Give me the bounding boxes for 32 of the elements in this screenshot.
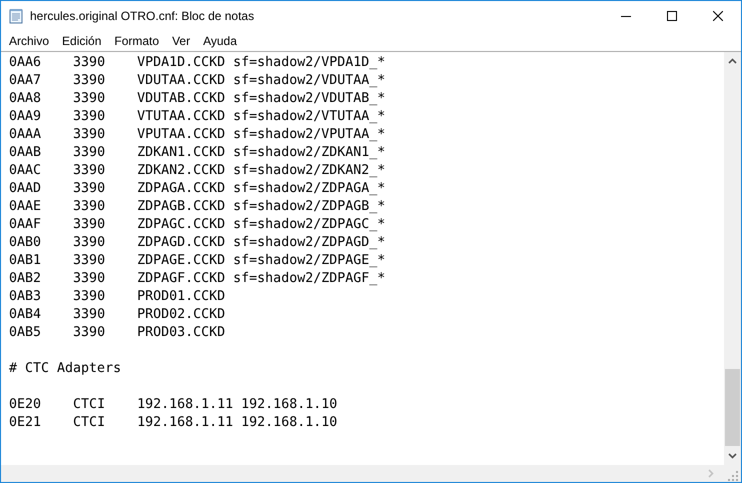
scroll-down-icon[interactable] [728, 453, 737, 459]
text-line: 0AAB 3390 ZDKAN1.CCKD sf=shadow2/ZDKAN1_* [9, 144, 386, 162]
text-line: 0AAD 3390 ZDPAGA.CCKD sf=shadow2/ZDPAGA_* [9, 180, 386, 198]
close-icon [713, 11, 723, 21]
menu-item[interactable]: Archivo [2, 34, 56, 48]
text-line: 0AAE 3390 ZDPAGB.CCKD sf=shadow2/ZDPAGB_* [9, 198, 386, 216]
text-line: 0AA7 3390 VDUTAA.CCKD sf=shadow2/VDUTAA_* [9, 72, 386, 90]
text-line: 0E20 CTCI 192.168.1.11 192.168.1.10 [9, 396, 338, 414]
text-line: 0AA8 3390 VDUTAB.CCKD sf=shadow2/VDUTAB_* [9, 90, 386, 108]
menu-item[interactable]: Formato [107, 34, 166, 48]
text-line: # CTC Adapters [9, 360, 122, 378]
text-line: 0AAF 3390 ZDPAGC.CCKD sf=shadow2/ZDPAGC_* [9, 216, 386, 234]
text-line: 0AB1 3390 ZDPAGE.CCKD sf=shadow2/ZDPAGE_* [9, 252, 386, 270]
text-line: 0AB0 3390 ZDPAGD.CCKD sf=shadow2/ZDPAGD_* [9, 234, 386, 252]
text-line: 0AA9 3390 VTUTAA.CCKD sf=shadow2/VTUTAA_* [9, 108, 386, 126]
size-grip-icon[interactable] [728, 470, 738, 480]
text-line: 0AB3 3390 PROD01.CCKD [9, 288, 226, 306]
menu-item[interactable]: Ayuda [196, 34, 243, 48]
text-line: 0E21 CTCI 192.168.1.11 192.168.1.10 [9, 414, 338, 432]
text-line: 0AAC 3390 ZDKAN2.CCKD sf=shadow2/ZDKAN2_* [9, 162, 386, 180]
scrollbar-thumb[interactable] [725, 369, 740, 446]
text-line: 0AB2 3390 ZDPAGF.CCKD sf=shadow2/ZDPAGF_* [9, 270, 386, 288]
text-line: 0AB4 3390 PROD02.CCKD [9, 306, 226, 324]
text-line: 0AB5 3390 PROD03.CCKD [9, 324, 226, 342]
text-line: 0AA6 3390 VPDA1D.CCKD sf=shadow2/VPDA1D_* [9, 54, 386, 72]
notepad-icon [8, 8, 24, 24]
window-title: hercules.original OTRO.cnf: Bloc de notas [30, 9, 254, 23]
menu-item[interactable]: Edición [55, 34, 108, 48]
text-line: 0AAA 3390 VPUTAA.CCKD sf=shadow2/VPUTAA_* [9, 126, 386, 144]
scroll-up-icon[interactable] [728, 58, 737, 64]
menu-item[interactable]: Ver [165, 34, 196, 48]
maximize-icon [667, 11, 677, 21]
